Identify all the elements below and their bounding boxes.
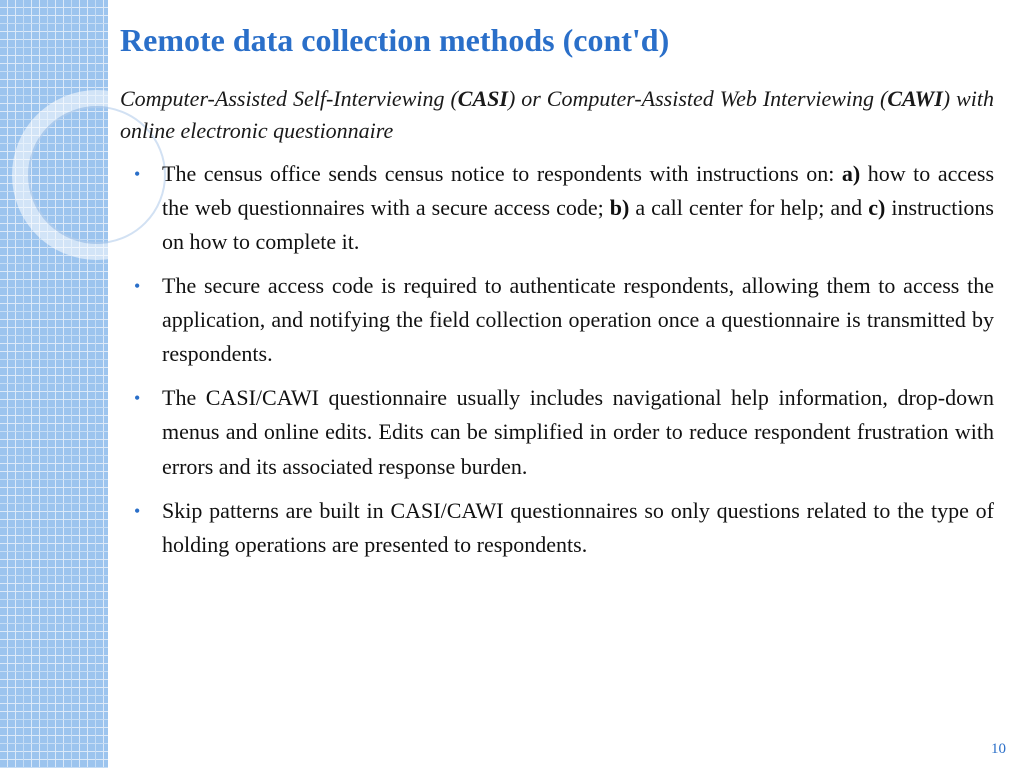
list-item: The CASI/CAWI questionnaire usually incl… [120,381,994,483]
intro-paragraph: Computer-Assisted Self-Interviewing (CAS… [120,83,994,147]
list-item: The census office sends census notice to… [120,157,994,259]
acronym-casi: CASI [458,86,508,111]
bullet-text: Skip patterns are built in CASI/CAWI que… [162,498,994,557]
label-b: b) [610,195,630,220]
acronym-cawi: CAWI [887,86,942,111]
intro-text-1: Computer-Assisted Self-Interviewing ( [120,86,458,111]
label-a: a) [842,161,860,186]
slide: Remote data collection methods (cont'd) … [0,0,1024,768]
bullet-text: The secure access code is required to au… [162,273,994,366]
content-area: Remote data collection methods (cont'd) … [120,22,994,748]
intro-text-2: ) or Computer-Assisted Web Interviewing … [508,86,887,111]
bullet-text: a call center for help; and [629,195,868,220]
label-c: c) [868,195,885,220]
bullet-text: The census office sends census notice to… [162,161,842,186]
bullet-list: The census office sends census notice to… [120,157,994,562]
list-item: The secure access code is required to au… [120,269,994,371]
slide-title: Remote data collection methods (cont'd) [120,22,994,59]
page-number: 10 [991,741,1006,758]
list-item: Skip patterns are built in CASI/CAWI que… [120,494,994,562]
bullet-text: The CASI/CAWI questionnaire usually incl… [162,385,994,478]
